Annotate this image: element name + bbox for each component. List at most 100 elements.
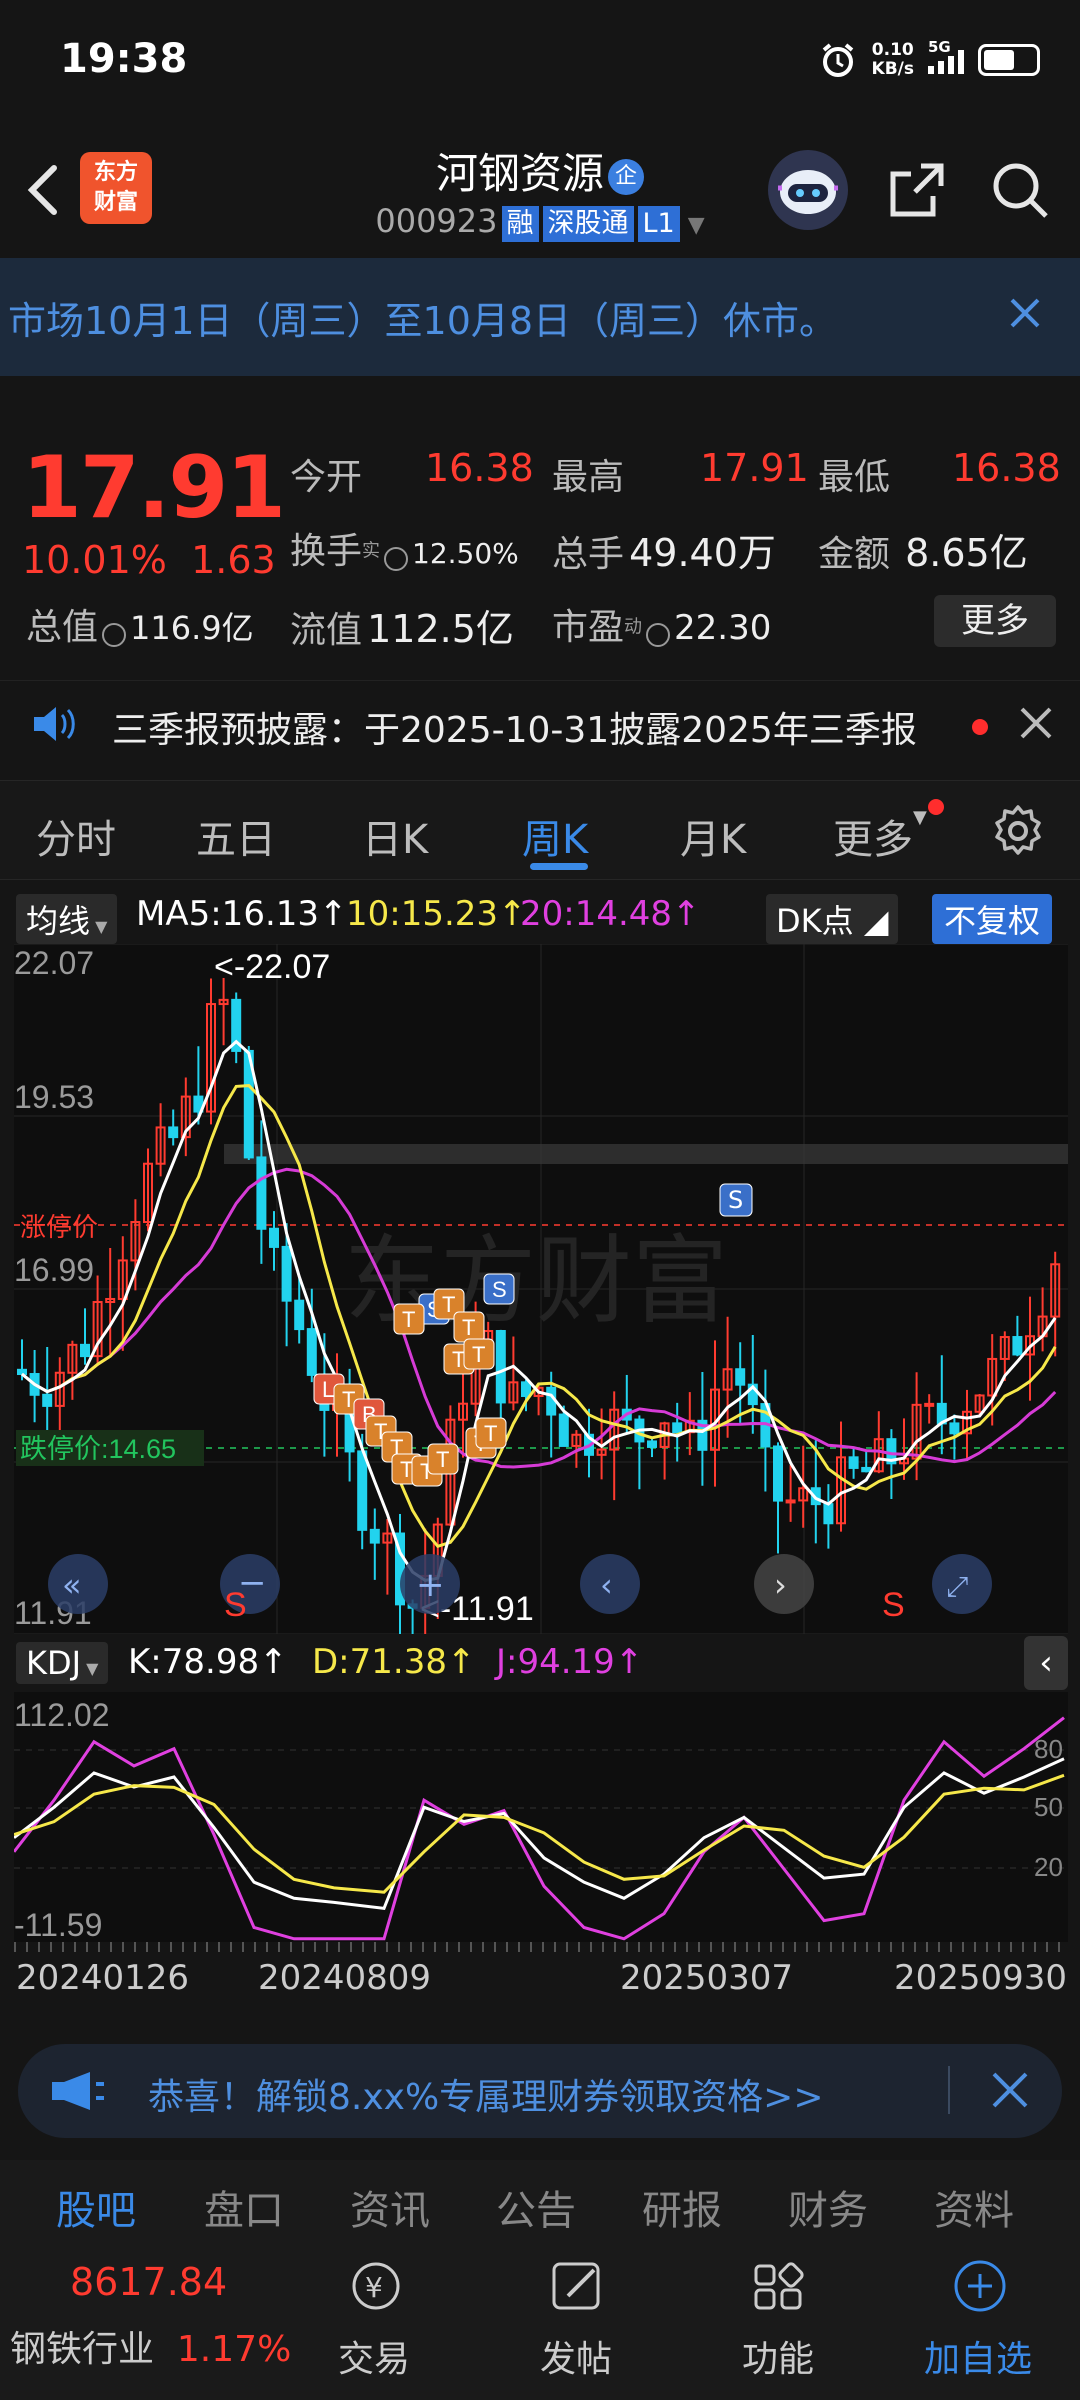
low-value: 16.38 (952, 446, 1061, 490)
divider (948, 2066, 950, 2114)
kdj-legend: KDJ ▼ K:78.98↑ D:71.38↑ J:94.19↑ ‹ (0, 1636, 1080, 1690)
industry-index: 8617.84 (70, 2260, 228, 2304)
candle-body (672, 1422, 683, 1434)
industry-info[interactable]: 钢铁行业 1.17% (10, 2320, 291, 2372)
report-notice[interactable]: 三季报预披露：于2025-10-31披露2025年三季报 (0, 680, 1080, 770)
enterprise-badge: 企 (608, 158, 644, 195)
svg-text:⤢: ⤢ (946, 1570, 968, 1603)
ma-legend: 均线 ▼ MA5:16.13↑ 10:15.23↑ 20:14.48↑ DK点 … (0, 886, 1080, 944)
indicator-dropdown[interactable]: 均线 ▼ (16, 894, 118, 944)
max-annotation: <-22.07 (214, 948, 330, 986)
trade-marker-label: T (402, 1307, 415, 1332)
tab-profile[interactable]: 资料 (934, 2178, 1014, 2236)
open-value: 16.38 (425, 446, 534, 490)
candle-body (306, 1328, 317, 1376)
candle-body (357, 1450, 368, 1531)
turnover-field: 换手实 12.50% (290, 531, 519, 572)
tab-finance[interactable]: 财务 (788, 2178, 868, 2236)
adjust-button[interactable]: 不复权 (932, 894, 1053, 944)
net-speed: 0.10 KB/s (871, 40, 914, 79)
date-label: 20240126 (16, 1958, 190, 1998)
high-label: 最高 (552, 457, 625, 498)
kdj-max: 112.02 (14, 1697, 110, 1733)
tab-daily-k[interactable]: 日K (362, 807, 428, 865)
more-button[interactable]: 更多 (934, 595, 1056, 647)
kdj-chart[interactable]: 112.02 -11.59 80 50 20 (12, 1692, 1068, 1952)
dk-point-button[interactable]: DK点 ◢ (766, 894, 899, 944)
trade-marker-label: L (322, 1377, 334, 1402)
nav-trade[interactable]: 交易 (338, 2330, 410, 2382)
search-icon[interactable] (988, 158, 1052, 222)
nav-add-watchlist[interactable]: 加自选 (924, 2330, 1032, 2382)
megaphone-icon (52, 2072, 104, 2110)
robot-assistant-icon[interactable] (768, 150, 848, 230)
resistance-band (224, 1144, 1068, 1164)
active-tab-underline (530, 863, 588, 870)
bottom-nav: 8617.84 钢铁行业 1.17% ¥ 交易 发帖 功能 加自选 (0, 2250, 1080, 2400)
nav-post[interactable]: 发帖 (540, 2330, 612, 2382)
candle-body (558, 1413, 569, 1447)
float-field: 流值 112.5亿 (290, 607, 514, 651)
svg-text:S: S (224, 1586, 247, 1624)
high-value: 17.91 (700, 446, 809, 490)
tab-announcements[interactable]: 公告 (496, 2178, 576, 2236)
tab-orderbook[interactable]: 盘口 (204, 2178, 284, 2236)
candle-body (1012, 1336, 1023, 1356)
candle-body (521, 1381, 531, 1397)
ma10-value: 10:15.23↑ (346, 894, 527, 934)
volume-field: 总手 49.40万 (552, 531, 776, 575)
grid-icon[interactable] (738, 2256, 818, 2316)
y-axis-max: 22.07 (14, 945, 94, 981)
tab-research[interactable]: 研报 (642, 2178, 722, 2236)
change: 10.01% 1.63 (22, 538, 276, 582)
trade-marker-label: T (342, 1387, 355, 1412)
candle-body (369, 1528, 380, 1544)
ma20-value: 20:14.48↑ (520, 894, 701, 934)
mktcap-field: 总值 116.9亿 (26, 607, 254, 648)
k-line-chart[interactable]: 东方财富 SSTTTLTBTTTTTTTTTS 22.07 19.53 16.9… (14, 943, 1068, 1635)
gear-icon[interactable] (990, 803, 1046, 859)
close-icon[interactable] (1018, 705, 1054, 741)
add-watchlist-icon[interactable] (940, 2256, 1020, 2316)
collapse-icon[interactable]: ‹ (1024, 1636, 1068, 1690)
kdj-min: -11.59 (14, 1907, 102, 1942)
promo-banner[interactable]: 恭喜！解锁8.xx%专属理财券领取资格>> (18, 2044, 1062, 2138)
signal-icon: 5G (928, 38, 964, 74)
candle-body (773, 1445, 783, 1502)
x-axis-dates: 20240126 20240809 20250307 20250930 (0, 1958, 1080, 2008)
close-icon[interactable] (988, 2068, 1032, 2112)
market-notice[interactable]: 市场10月1日（周三）至10月8日（周三）休市。 (0, 258, 1080, 376)
candle-body (735, 1368, 746, 1386)
trade-icon[interactable]: ¥ (336, 2256, 416, 2316)
edit-icon[interactable] (538, 2256, 618, 2316)
tab-more[interactable]: 更多▼ (833, 807, 927, 865)
nav-functions[interactable]: 功能 (742, 2330, 814, 2382)
tab-monthly-k[interactable]: 月K (680, 807, 746, 865)
close-icon[interactable] (1000, 288, 1050, 338)
candle-body (80, 1343, 90, 1358)
tab-news[interactable]: 资讯 (350, 2178, 430, 2236)
quote-panel: 17.91 10.01% 1.63 今开 16.38 最高 17.91 最低 1… (0, 420, 1080, 670)
svg-text:›: › (774, 1566, 787, 1604)
tab-forum[interactable]: 股吧 (56, 2178, 136, 2236)
svg-text:«: « (62, 1566, 82, 1604)
unread-dot (972, 719, 988, 735)
info-icon (384, 546, 409, 571)
tab-intraday[interactable]: 分时 (36, 807, 116, 865)
svg-text:¥: ¥ (365, 2271, 383, 2304)
tab-five-day[interactable]: 五日 (196, 807, 276, 865)
trade-marker-label: S (728, 1186, 743, 1214)
date-label: 20240809 (258, 1958, 432, 1998)
chevron-down-icon: ▼ (687, 213, 705, 238)
y-axis-mid: 19.53 (14, 1079, 94, 1115)
open-field: 今开 (290, 457, 363, 498)
j-value: J:94.19↑ (496, 1642, 644, 1682)
tab-weekly-k[interactable]: 周K (522, 807, 588, 865)
badge-dot (928, 799, 944, 815)
d-value: D:71.38↑ (312, 1642, 476, 1682)
kdj-dropdown[interactable]: KDJ ▼ (16, 1642, 109, 1684)
date-label: 20250307 (620, 1958, 794, 1998)
share-icon[interactable] (885, 158, 949, 222)
status-time: 19:38 (60, 36, 188, 82)
speaker-icon (34, 707, 75, 741)
